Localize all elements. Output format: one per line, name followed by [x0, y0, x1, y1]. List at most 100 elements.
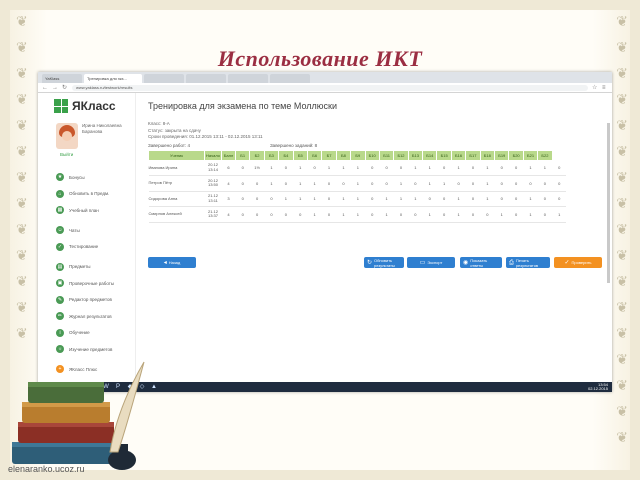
clock[interactable]: 13:54 02.12.2015 — [588, 383, 608, 391]
score-cell[interactable]: 1 — [451, 191, 466, 207]
score-cell[interactable]: 1 — [350, 191, 366, 207]
table-header-cell[interactable]: Ученик — [148, 149, 205, 161]
score-cell[interactable]: 0 — [465, 160, 481, 176]
table-header-cell[interactable]: Б13 — [407, 149, 424, 161]
student-name[interactable]: Петров Пётр — [148, 175, 205, 192]
score-cell[interactable]: 1 — [379, 191, 394, 207]
score-cell[interactable]: 0 — [321, 175, 337, 192]
score-cell[interactable]: 0 — [408, 206, 423, 223]
score-cell[interactable]: 0 — [321, 191, 337, 207]
menu-icon[interactable]: ≡ — [602, 85, 608, 91]
score-cell[interactable]: 1 — [350, 160, 366, 176]
score-cell[interactable]: 0 — [278, 206, 294, 223]
score-cell[interactable]: 1 — [422, 206, 437, 223]
score-cell[interactable]: 1 — [307, 191, 322, 207]
score-cell[interactable]: 0 — [235, 206, 250, 223]
score-cell[interactable]: 1 — [408, 191, 423, 207]
show-answers-button[interactable]: ◉ Показать ответы — [460, 257, 502, 268]
score-cell[interactable]: 0 — [451, 175, 466, 192]
score-cell[interactable]: 1½ — [249, 160, 265, 176]
table-row[interactable]: Петров Пётр 20.12 13:50 4 0 0 1 0 1 1 0 0 1 0 0 1 0 1 1 0 0… — [148, 175, 567, 192]
score-cell[interactable]: 0 — [494, 191, 509, 207]
sidebar-item[interactable]: ▣ Проверочные работы — [42, 277, 135, 289]
browser-tab[interactable] — [144, 74, 184, 83]
table-header-cell[interactable]: Б14 — [422, 149, 438, 161]
sidebar-item[interactable]: ✓ Тестирование — [42, 241, 135, 253]
score-cell[interactable]: 0 — [249, 206, 265, 223]
sidebar-item[interactable]: ✏ Журнал результатов — [42, 310, 135, 322]
score-cell[interactable]: 0 — [537, 175, 553, 192]
table-header-cell[interactable]: Б6 — [306, 149, 323, 161]
score-cell[interactable]: 0 — [393, 206, 409, 223]
sidebar-item[interactable]: ⌂ Обновить в Предм. — [42, 188, 135, 200]
score-cell[interactable]: 1 — [451, 206, 466, 223]
browser-tab[interactable] — [186, 74, 226, 83]
sidebar-item[interactable]: i Обучение — [42, 327, 135, 339]
score-cell[interactable]: 1 — [278, 191, 294, 207]
score-cell[interactable]: 1 — [523, 160, 538, 176]
table-header-cell[interactable]: Б5 — [292, 149, 308, 161]
score-cell[interactable]: 0 — [235, 175, 250, 192]
table-header-cell[interactable]: Б17 — [465, 149, 481, 161]
score-cell[interactable]: 0 — [307, 160, 322, 176]
sidebar-item[interactable]: ☺ Чаты — [42, 224, 135, 236]
score-cell[interactable]: 1 — [379, 206, 394, 223]
score-cell[interactable]: 1 — [494, 206, 509, 223]
table-header-cell[interactable]: Б16 — [450, 149, 467, 161]
table-header-cell[interactable]: Б3 — [263, 149, 280, 161]
score-cell[interactable]: 0 — [336, 175, 351, 192]
score-cell[interactable]: 1 — [321, 160, 337, 176]
score-cell[interactable]: 0 — [293, 206, 308, 223]
export-button[interactable]: ▭ Экспорт — [407, 257, 455, 268]
score-cell[interactable]: 0 — [465, 175, 481, 192]
table-header-cell[interactable]: Б1 — [234, 149, 251, 161]
sidebar-item[interactable]: ▦ Учебный план — [42, 204, 135, 216]
url-input[interactable]: www.yaklass.ru/testwork/results — [72, 84, 588, 91]
score-cell[interactable]: 0 — [465, 206, 481, 223]
score-cell[interactable]: 0 — [552, 191, 567, 207]
score-cell[interactable]: 0 — [235, 160, 250, 176]
score-cell[interactable]: 1 — [480, 160, 495, 176]
score-cell[interactable]: 1 — [552, 206, 567, 223]
reload-icon[interactable]: ↻ — [62, 85, 68, 91]
forward-arrow-icon[interactable]: → — [52, 85, 58, 91]
score-cell[interactable]: 1 — [523, 191, 538, 207]
app-icon[interactable]: ▲ — [151, 384, 157, 390]
scrollbar[interactable] — [607, 123, 610, 283]
score-cell[interactable]: 0 — [508, 191, 524, 207]
score-cell[interactable]: 1 — [293, 160, 308, 176]
sidebar-item[interactable]: ✎ Редактор предметов — [42, 294, 135, 306]
score-cell[interactable]: 0 — [436, 160, 452, 176]
table-header-cell[interactable]: Начало — [204, 149, 222, 161]
score-cell[interactable]: 0 — [249, 191, 265, 207]
logo[interactable]: ЯКласс — [54, 99, 135, 113]
score-cell[interactable]: 0 — [552, 175, 567, 192]
table-header-cell[interactable]: Б11 — [378, 149, 395, 161]
score-cell[interactable]: 1 — [422, 175, 437, 192]
sidebar-item[interactable]: ▤ Предметы — [42, 261, 135, 273]
table-row[interactable]: Иванова Ирина 20.12 13:14 6 0 1½ 1 0 1 0 1 1 1 0 0 0 1 1… — [148, 160, 567, 176]
score-cell[interactable]: 0 — [537, 206, 553, 223]
score-cell[interactable]: 0 — [249, 175, 265, 192]
score-cell[interactable]: 1 — [336, 160, 351, 176]
table-header-cell[interactable]: Б20 — [508, 149, 524, 161]
score-cell[interactable]: 1 — [408, 160, 423, 176]
score-cell[interactable]: 1 — [350, 175, 366, 192]
logout-link[interactable]: Выйти — [60, 152, 135, 157]
avatar[interactable] — [56, 123, 78, 149]
browser-tab-active[interactable]: Тренировка для экз... — [84, 74, 142, 83]
score-cell[interactable]: 1 — [480, 175, 495, 192]
browser-tab[interactable] — [228, 74, 268, 83]
table-header-cell[interactable]: Балл — [221, 149, 236, 161]
score-cell[interactable]: 1 — [451, 160, 466, 176]
score-cell[interactable]: 1 — [436, 175, 452, 192]
table-header-cell[interactable]: Б19 — [494, 149, 510, 161]
score-cell[interactable]: 1 — [393, 191, 409, 207]
score-cell[interactable]: 0 — [436, 191, 452, 207]
score-cell[interactable]: 0 — [422, 191, 437, 207]
score-cell[interactable]: 0 — [365, 160, 380, 176]
score-cell[interactable]: 0 — [537, 191, 553, 207]
student-name[interactable]: Иванова Ирина — [148, 160, 205, 176]
print-results-button[interactable]: ⎙ Печать результатов — [506, 257, 550, 268]
table-header-cell[interactable]: Б4 — [278, 149, 294, 161]
